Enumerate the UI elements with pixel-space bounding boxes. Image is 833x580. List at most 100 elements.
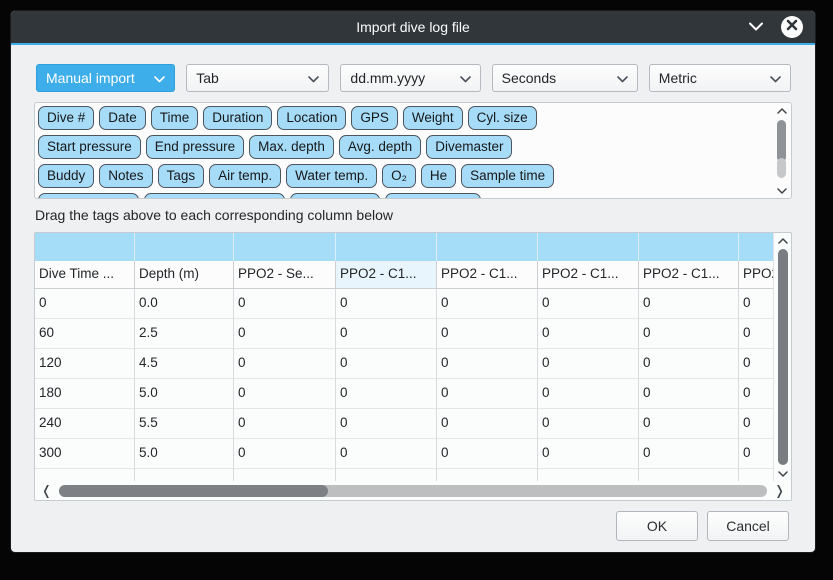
column-header: PPO2 - C1... <box>437 261 538 289</box>
table-cell: 0 <box>336 409 437 439</box>
table-cell: 0 <box>639 439 739 469</box>
tag-pill[interactable]: Start pressure <box>38 135 141 159</box>
tag-pill[interactable]: Time <box>151 106 199 130</box>
tag-pill[interactable]: Weight <box>403 106 463 130</box>
date-format-value: dd.mm.yyyy <box>350 70 425 86</box>
scroll-left-icon[interactable]: ❬ <box>41 485 52 497</box>
table-grid: Dive Time ...Depth (m)PPO2 - Se...PPO2 -… <box>35 233 792 499</box>
table-cell: 0 <box>639 319 739 349</box>
drop-target-cell[interactable] <box>639 233 739 261</box>
table-cell: 0 <box>639 289 739 319</box>
tag-pill[interactable]: GPS <box>351 106 398 130</box>
tag-row: Dive #DateTimeDurationLocationGPSWeightC… <box>38 106 771 135</box>
table-cell: 5.5 <box>135 409 234 439</box>
shade-button[interactable] <box>747 18 765 36</box>
tags-scrollbar-track[interactable] <box>777 158 786 178</box>
tag-pill[interactable]: Sample temperature <box>144 193 284 199</box>
table-cell: 2.5 <box>135 319 234 349</box>
hscroll-thumb[interactable] <box>59 485 328 497</box>
column-header: PPO2 - Se... <box>234 261 336 289</box>
table-row: 1204.5000000 <box>35 349 792 379</box>
tag-pill[interactable]: Sample CNS <box>385 193 481 199</box>
drop-target-cell[interactable] <box>437 233 538 261</box>
table-cell: 0 <box>336 439 437 469</box>
drop-target-cell[interactable] <box>135 233 234 261</box>
table-cell: 0 <box>538 319 639 349</box>
table-cell: 240 <box>35 409 135 439</box>
drop-target-cell[interactable] <box>336 233 437 261</box>
tag-pill[interactable]: He <box>421 164 456 188</box>
table-cell: 0.0 <box>135 289 234 319</box>
chevron-down-icon <box>154 70 165 86</box>
tags-scrollbar-thumb[interactable] <box>777 120 786 162</box>
import-preview-table: Dive Time ...Depth (m)PPO2 - Se...PPO2 -… <box>34 232 792 501</box>
table-cell: 0 <box>437 349 538 379</box>
chevron-down-icon <box>308 70 319 86</box>
cancel-button[interactable]: Cancel <box>707 511 789 541</box>
tag-row: Start pressureEnd pressureMax. depthAvg.… <box>38 135 771 164</box>
tag-pill[interactable]: Sample time <box>461 164 554 188</box>
units-value: Metric <box>659 70 697 86</box>
tag-pill[interactable]: Max. depth <box>249 135 334 159</box>
tag-pill[interactable]: Dive # <box>38 106 94 130</box>
table-cell: 0 <box>234 409 336 439</box>
duration-format-select[interactable]: Seconds <box>492 64 638 92</box>
drop-target-cell[interactable] <box>35 233 135 261</box>
source-select[interactable]: Manual import <box>36 64 175 92</box>
drop-target-cell[interactable] <box>538 233 639 261</box>
tag-row: BuddyNotesTagsAir temp.Water temp.O₂HeSa… <box>38 164 771 193</box>
tag-pill[interactable]: Date <box>99 106 146 130</box>
scroll-up-icon[interactable] <box>778 235 788 246</box>
tags-vertical-scrollbar[interactable] <box>774 105 789 196</box>
titlebar: Import dive log file <box>11 11 815 45</box>
scroll-up-icon[interactable] <box>777 105 787 116</box>
chevron-down-icon <box>617 70 628 86</box>
tag-pill[interactable]: Location <box>277 106 346 130</box>
drop-target-cell[interactable] <box>234 233 336 261</box>
close-icon <box>786 18 798 36</box>
tag-rows: Dive #DateTimeDurationLocationGPSWeightC… <box>38 106 771 199</box>
tag-pill[interactable]: Buddy <box>38 164 94 188</box>
table-cell: 0 <box>234 439 336 469</box>
table-scrollbar-thumb[interactable] <box>778 249 788 465</box>
close-button[interactable] <box>781 16 803 38</box>
units-select[interactable]: Metric <box>649 64 791 92</box>
toolbar: Manual import Tab dd.mm.yyyy Seconds Met… <box>11 45 815 92</box>
ok-button[interactable]: OK <box>616 511 698 541</box>
tag-pill[interactable]: Notes <box>99 164 152 188</box>
tag-pill[interactable]: Air temp. <box>209 164 281 188</box>
field-separator-value: Tab <box>196 70 219 86</box>
table-vertical-scrollbar[interactable] <box>773 233 791 481</box>
date-format-select[interactable]: dd.mm.yyyy <box>340 64 480 92</box>
tag-pill[interactable]: Divemaster <box>426 135 512 159</box>
field-separator-select[interactable]: Tab <box>186 64 329 92</box>
tag-row: Sample depth Sample temperature Sample pO₂… <box>38 193 771 199</box>
table-cell: 0 <box>538 289 639 319</box>
tag-pill[interactable]: O₂ <box>382 164 416 188</box>
tag-pill[interactable]: Sample depth <box>38 193 139 199</box>
tag-pill[interactable]: Duration <box>203 106 272 130</box>
table-row: 3005.0000000 <box>35 439 792 469</box>
table-cell: 0 <box>234 349 336 379</box>
table-cell: 0 <box>437 319 538 349</box>
table-cell: 0 <box>234 379 336 409</box>
scroll-down-icon[interactable] <box>778 468 788 479</box>
tag-pill[interactable]: Cyl. size <box>468 106 537 130</box>
table-horizontal-scrollbar[interactable]: ❬ ❭ <box>35 481 791 500</box>
drag-hint-label: Drag the tags above to each correspondin… <box>35 207 792 223</box>
tag-pill[interactable]: End pressure <box>146 135 244 159</box>
tag-pill[interactable]: Avg. depth <box>339 135 421 159</box>
table-cell: 0 <box>437 409 538 439</box>
tag-pill[interactable]: Tags <box>158 164 205 188</box>
table-cell: 5.0 <box>135 439 234 469</box>
tag-pill[interactable]: Sample pO₂ <box>290 193 381 199</box>
table-row: 2405.5000000 <box>35 409 792 439</box>
duration-format-value: Seconds <box>502 70 556 86</box>
table-cell: 0 <box>336 319 437 349</box>
scroll-right-icon[interactable]: ❭ <box>774 485 785 497</box>
table-cell: 0 <box>437 439 538 469</box>
hscroll-track[interactable] <box>59 485 767 497</box>
dialog-footer: OK Cancel <box>11 501 815 541</box>
scroll-down-icon[interactable] <box>777 185 787 196</box>
tag-pill[interactable]: Water temp. <box>286 164 377 188</box>
